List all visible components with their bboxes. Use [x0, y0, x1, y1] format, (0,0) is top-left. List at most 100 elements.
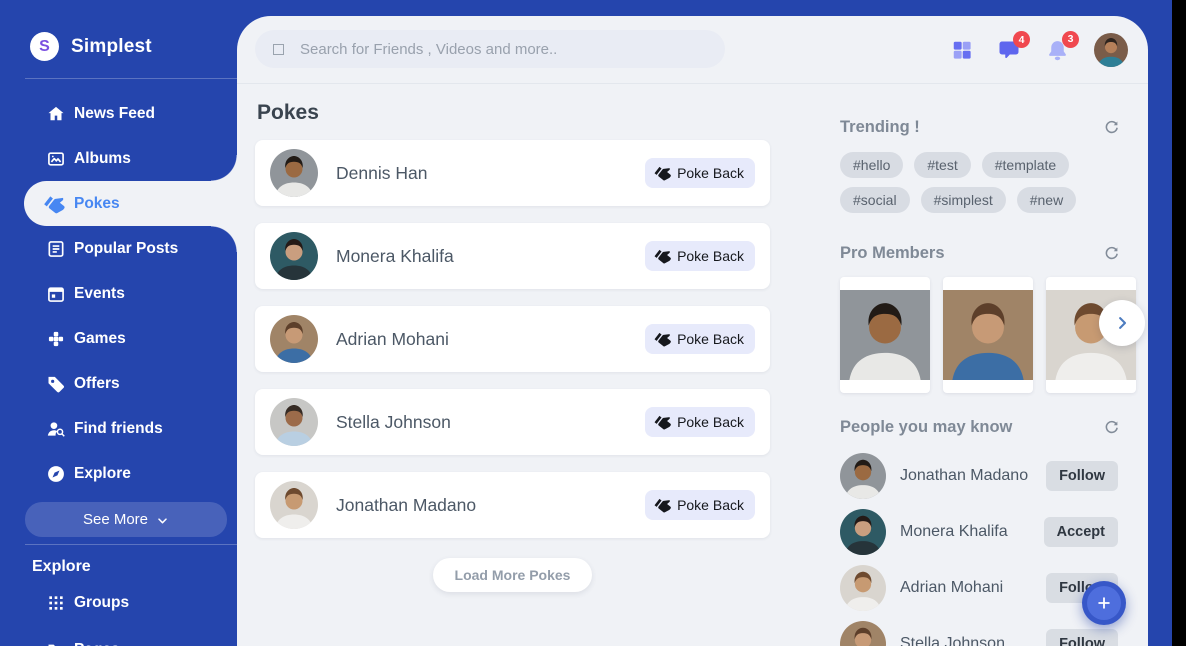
- sidebar-divider: [25, 544, 237, 545]
- nav-item-label: Groups: [74, 594, 129, 612]
- nav-item-label: News Feed: [74, 105, 155, 123]
- pages-icon: [46, 640, 66, 646]
- poke-hand-icon: [656, 248, 672, 264]
- suggested-person-row: Stella Johnson Follow: [840, 616, 1118, 646]
- sidebar-divider: [25, 78, 237, 79]
- poke-user-name: Dennis Han: [336, 163, 427, 184]
- refresh-icon[interactable]: [1103, 419, 1120, 436]
- poke-user-name: Stella Johnson: [336, 412, 451, 433]
- chevron-down-icon: [156, 514, 169, 527]
- avatar: [270, 149, 318, 197]
- trending-header: Trending !: [840, 118, 1120, 137]
- people-list: Jonathan Madano Follow Monera Khalifa Ac…: [840, 448, 1118, 646]
- app-title: Simplest: [71, 36, 152, 58]
- avatar: [840, 509, 886, 555]
- suggested-person-row: Monera Khalifa Accept: [840, 504, 1118, 560]
- trending-tag[interactable]: #new: [1017, 187, 1076, 213]
- explore-compass-icon: [46, 464, 66, 484]
- poke-back-button[interactable]: Poke Back: [645, 490, 755, 520]
- people-header: People you may know: [840, 418, 1120, 437]
- popular-posts-icon: [46, 239, 66, 259]
- offers-tag-icon: [46, 374, 66, 394]
- sidebar-item-news-feed[interactable]: News Feed: [0, 91, 237, 136]
- suggested-person-row: Adrian Mohani Follow: [840, 560, 1118, 616]
- nav-item-label: Explore: [74, 465, 131, 483]
- poke-card: Dennis Han Poke Back: [255, 140, 770, 206]
- person-name: Monera Khalifa: [900, 523, 1008, 541]
- follow-button[interactable]: Follow: [1046, 461, 1118, 491]
- app-logo[interactable]: S Simplest: [30, 32, 152, 61]
- suggested-person-row: Jonathan Madano Follow: [840, 448, 1118, 504]
- carousel-next-button[interactable]: [1099, 300, 1145, 346]
- nav-item-label: Events: [74, 285, 125, 303]
- person-name: Adrian Mohani: [900, 579, 1003, 597]
- poke-back-button[interactable]: Poke Back: [645, 158, 755, 188]
- poke-back-button[interactable]: Poke Back: [645, 241, 755, 271]
- sidebar-item-pokes[interactable]: Pokes: [24, 181, 237, 226]
- nav-item-label: Popular Posts: [74, 240, 178, 258]
- trending-tag[interactable]: #hello: [840, 152, 903, 178]
- poke-back-button[interactable]: Poke Back: [645, 324, 755, 354]
- poke-back-label: Poke Back: [677, 248, 744, 264]
- pro-member-photo: [943, 277, 1033, 393]
- sidebar-item-explore[interactable]: Explore: [0, 451, 237, 496]
- sidebar-item-pages[interactable]: Pages: [0, 629, 237, 646]
- trending-tag[interactable]: #template: [982, 152, 1069, 178]
- follow-button[interactable]: Follow: [1046, 629, 1118, 646]
- refresh-icon[interactable]: [1103, 119, 1120, 136]
- poke-card: Stella Johnson Poke Back: [255, 389, 770, 455]
- groups-grid-icon: [46, 593, 66, 613]
- events-calendar-icon: [46, 284, 66, 304]
- sidebar: S Simplest News Feed Albums Pokes Popula…: [0, 0, 237, 646]
- trending-tags: #hello #test #template #social #simplest #new: [840, 152, 1128, 213]
- poke-back-button[interactable]: Poke Back: [645, 407, 755, 437]
- people-title: People you may know: [840, 418, 1012, 437]
- pro-member-card[interactable]: Stella Johnso...: [943, 277, 1033, 393]
- person-name: Stella Johnson: [900, 635, 1005, 646]
- nav-item-label: Games: [74, 330, 126, 348]
- chevron-right-icon: [1113, 314, 1131, 332]
- poke-hand-icon: [656, 414, 672, 430]
- poke-card: Jonathan Madano Poke Back: [255, 472, 770, 538]
- poke-back-label: Poke Back: [677, 497, 744, 513]
- search-icon: [273, 44, 284, 55]
- sidebar-nav: News Feed Albums Pokes Popular Posts Eve…: [0, 91, 237, 496]
- nav-item-label: Albums: [74, 150, 131, 168]
- avatar: [270, 232, 318, 280]
- fab-inner-circle: [1087, 586, 1121, 620]
- nav-item-label: Find friends: [74, 420, 163, 438]
- search-input[interactable]: [300, 41, 707, 58]
- sidebar-item-games[interactable]: Games: [0, 316, 237, 361]
- poke-card: Adrian Mohani Poke Back: [255, 306, 770, 372]
- person-name: Jonathan Madano: [900, 467, 1028, 485]
- explore-section-title: Explore: [32, 558, 91, 576]
- sidebar-item-offers[interactable]: Offers: [0, 361, 237, 406]
- load-more-pokes-button[interactable]: Load More Pokes: [433, 558, 593, 592]
- sidebar-item-albums[interactable]: Albums: [0, 136, 237, 181]
- poke-back-label: Poke Back: [677, 331, 744, 347]
- avatar: [270, 481, 318, 529]
- trending-tag[interactable]: #simplest: [921, 187, 1006, 213]
- trending-tag[interactable]: #social: [840, 187, 910, 213]
- pro-members-carousel: Stella Johnso... Stella Johnso... Stella…: [840, 277, 1136, 393]
- find-friends-icon: [46, 419, 66, 439]
- poke-user-name: Adrian Mohani: [336, 329, 449, 350]
- trending-title: Trending !: [840, 118, 920, 137]
- nav-item-label: Pages: [74, 641, 120, 646]
- poke-hand-icon: [656, 165, 672, 181]
- refresh-icon[interactable]: [1103, 245, 1120, 262]
- plus-icon: [1095, 594, 1113, 612]
- nav-item-label: Offers: [74, 375, 120, 393]
- follow-button[interactable]: Accept: [1044, 517, 1118, 547]
- add-new-fab[interactable]: [1082, 581, 1126, 625]
- sidebar-item-popular-posts[interactable]: Popular Posts: [0, 226, 237, 271]
- search-bar[interactable]: [255, 30, 725, 68]
- poke-user-name: Jonathan Madano: [336, 495, 476, 516]
- sidebar-item-events[interactable]: Events: [0, 271, 237, 316]
- poke-card: Monera Khalifa Poke Back: [255, 223, 770, 289]
- sidebar-item-find-friends[interactable]: Find friends: [0, 406, 237, 451]
- pro-member-card[interactable]: Stella Johnso...: [840, 277, 930, 393]
- trending-tag[interactable]: #test: [914, 152, 970, 178]
- see-more-button[interactable]: See More: [25, 502, 227, 537]
- sidebar-item-groups[interactable]: Groups: [0, 582, 237, 624]
